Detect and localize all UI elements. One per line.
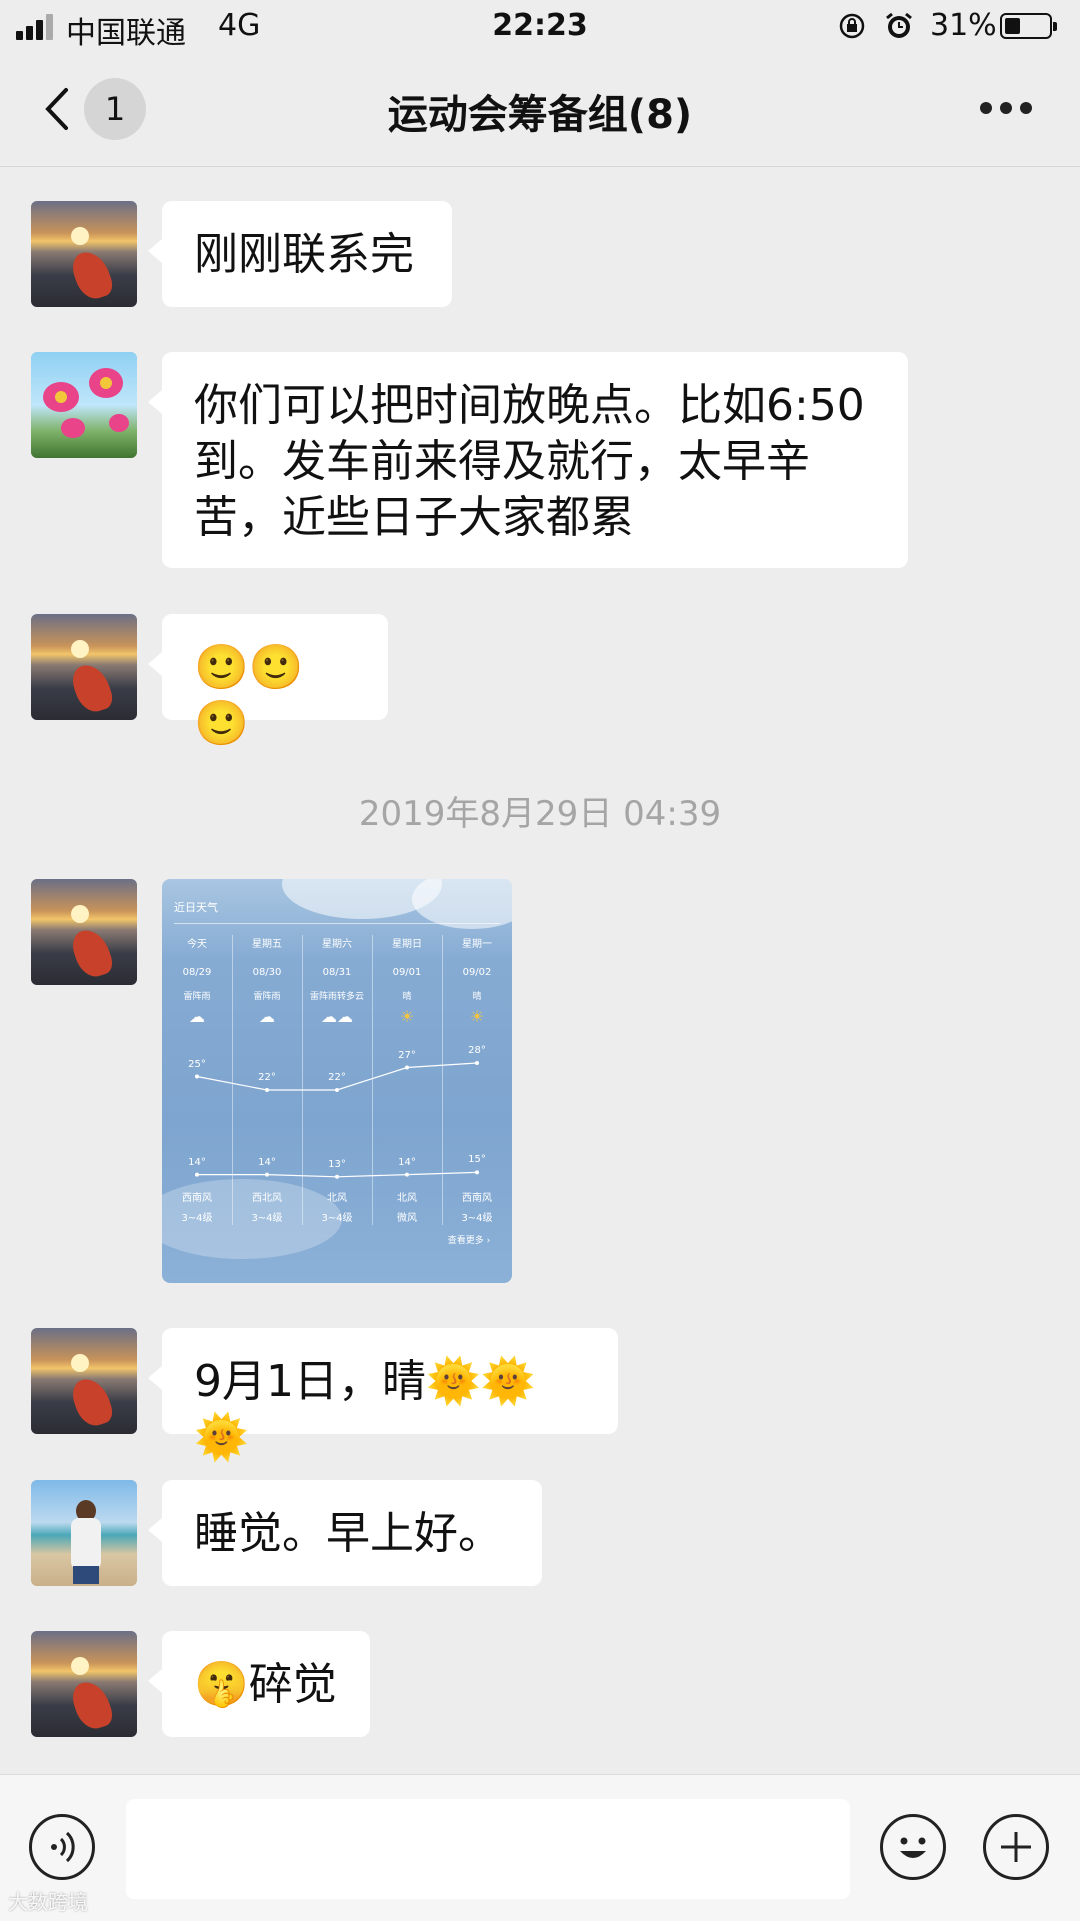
low-temp-line-point <box>195 1172 199 1177</box>
avatar[interactable] <box>31 1480 137 1586</box>
emoji-icon[interactable] <box>880 1814 946 1880</box>
message-bubble[interactable]: 🤫碎觉 <box>148 1631 370 1737</box>
input-bar <box>0 1774 1080 1921</box>
status-bar: 中国联通 4G 22:23 31% <box>0 0 1080 54</box>
message-text: 9月1日，晴🌞🌞🌞 <box>194 1356 536 1463</box>
message-bubble[interactable]: 刚刚联系完 <box>148 201 452 307</box>
weather-card-image[interactable]: 近日天气 今天 08/29 雷阵雨 西南风 3~4级 ☁ 25° 14° 星期五 08/30 雷阵雨… <box>162 879 512 1283</box>
avatar[interactable] <box>31 1631 137 1737</box>
high-temp-line <box>196 1062 478 1091</box>
low-temp-line-point <box>335 1174 339 1179</box>
message-input[interactable] <box>126 1799 850 1899</box>
avatar[interactable] <box>31 1328 137 1434</box>
avatar[interactable] <box>31 879 137 985</box>
message-bubble[interactable]: 你们可以把时间放晚点。比如6:50 到。发车前来得及就行，太早辛 苦，近些日子大… <box>148 352 908 568</box>
low-temp-line-point <box>265 1172 269 1177</box>
alarm-icon <box>886 12 912 38</box>
avatar[interactable] <box>31 614 137 720</box>
chat-title: 运动会筹备组(8) <box>387 92 693 138</box>
message-bubble[interactable]: 睡觉。早上好。 <box>148 1480 542 1586</box>
low-temp-line-point <box>475 1170 479 1175</box>
message-bubble[interactable]: 9月1日，晴🌞🌞🌞 <box>148 1328 618 1463</box>
voice-icon[interactable] <box>29 1814 95 1880</box>
message-text: 睡觉。早上好。 <box>194 1508 502 1559</box>
more-dots-icon[interactable] <box>980 102 1032 116</box>
temperature-chart <box>195 1061 479 1179</box>
battery-percent: 31% <box>930 8 997 43</box>
message-timestamp: 2019年8月29日 04:39 <box>358 794 722 834</box>
chat-header: 1 运动会筹备组(8) <box>0 54 1080 167</box>
high-temp-line-point <box>335 1088 339 1092</box>
clock: 22:23 <box>492 8 588 43</box>
avatar[interactable] <box>31 352 137 458</box>
message-line: 到。发车前来得及就行，太早辛 <box>194 436 810 487</box>
high-temp-line-point <box>265 1088 269 1092</box>
message-line: 你们可以把时间放晚点。比如6:50 <box>194 380 865 431</box>
battery-icon <box>1000 13 1057 39</box>
plus-icon[interactable] <box>983 1814 1049 1880</box>
watermark: 大数跨境 <box>8 1890 88 1914</box>
rotation-lock-icon <box>839 13 865 39</box>
avatar[interactable] <box>31 201 137 307</box>
high-temp-line-point <box>475 1061 479 1065</box>
message-text: 刚刚联系完 <box>194 229 414 280</box>
message-text: 🤫碎觉 <box>194 1659 337 1710</box>
message-line: 苦，近些日子大家都累 <box>194 492 634 543</box>
low-temp-line-point <box>405 1172 409 1177</box>
emoji-message: 🙂🙂🙂 <box>194 642 304 749</box>
weather-more-link[interactable]: 查看更多 › <box>434 1233 504 1247</box>
high-temp-line-point <box>405 1065 409 1070</box>
message-bubble[interactable]: 🙂🙂🙂 <box>148 614 388 749</box>
high-temp-line-point <box>195 1074 199 1079</box>
